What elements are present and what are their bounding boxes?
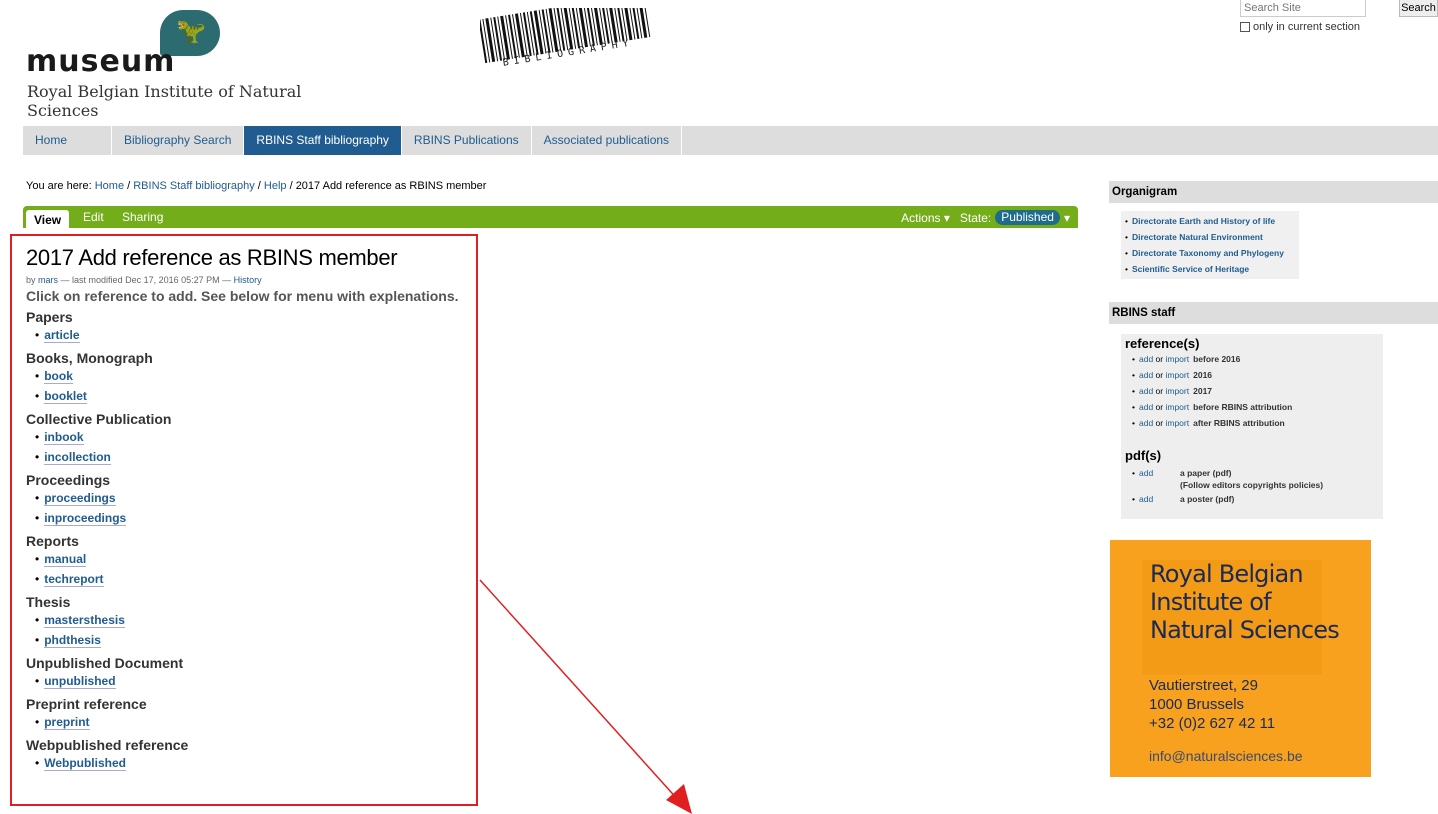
- breadcrumb-home[interactable]: Home: [95, 180, 124, 192]
- or-text: or: [1155, 354, 1164, 364]
- state-badge[interactable]: Published: [995, 210, 1060, 225]
- pdf-poster-row: add a poster (pdf): [1125, 493, 1379, 505]
- organigram-link[interactable]: Scientific Service of Heritage: [1132, 264, 1249, 274]
- reference-rows: add or import before 2016 add or import 201…: [1125, 351, 1379, 431]
- search-button[interactable]: Search: [1399, 0, 1438, 17]
- search-option-label: only in current section: [1253, 21, 1360, 33]
- chevron-down-icon[interactable]: ▾: [1064, 211, 1070, 225]
- logo-subtitle: Royal Belgian Institute of Natural Scien…: [27, 82, 302, 120]
- add-reference-link[interactable]: add: [1139, 370, 1153, 380]
- breadcrumb-current: 2017 Add reference as RBINS member: [295, 180, 487, 192]
- nav-tab-home[interactable]: Home: [23, 126, 112, 155]
- reference-row: add or import before RBINS attribution: [1125, 399, 1379, 415]
- add-reference-link[interactable]: add: [1139, 386, 1153, 396]
- tab-sharing[interactable]: Sharing: [122, 210, 163, 224]
- pdf-paper-label: a paper (pdf): [1180, 468, 1232, 478]
- nav-tab-bibliography-search[interactable]: Bibliography Search: [112, 126, 245, 155]
- breadcrumb-prefix: You are here:: [26, 180, 92, 192]
- nav-tab-rbins-staff-bibliography[interactable]: RBINS Staff bibliography: [244, 126, 402, 155]
- breadcrumb: You are here: Home / RBINS Staff bibliog…: [26, 180, 487, 192]
- edit-bar-menus: Actions ▾ State: Published ▾: [901, 210, 1070, 225]
- banner-name-line: Institute of: [1150, 588, 1272, 616]
- reference-row: add or import 2016: [1125, 367, 1379, 383]
- annotation-arrow-icon: [479, 579, 692, 814]
- add-reference-link[interactable]: add: [1139, 354, 1153, 364]
- breadcrumb-staff-bibliography[interactable]: RBINS Staff bibliography: [133, 180, 254, 192]
- import-reference-link[interactable]: import: [1165, 418, 1189, 428]
- references-heading: reference(s): [1125, 336, 1200, 351]
- rbins-contact-banner[interactable]: Royal Belgian Institute of Natural Scien…: [1110, 540, 1371, 777]
- search-input[interactable]: [1240, 0, 1366, 17]
- banner-city: 1000 Brussels: [1149, 696, 1245, 713]
- or-text: or: [1155, 418, 1164, 428]
- pdf-paper-note: (Follow editors copyrights policies): [1180, 480, 1324, 490]
- banner-phone: +32 (0)2 627 42 11: [1149, 715, 1276, 732]
- rbins-staff-panel: reference(s) add or importbefore 2016add…: [1121, 334, 1383, 519]
- pdf-add-item: add: [1132, 493, 1180, 505]
- state-label: State:: [959, 210, 992, 225]
- actions-menu[interactable]: Actions ▾: [901, 211, 950, 225]
- organigram-link[interactable]: Directorate Taxonomy and Phylogeny: [1132, 248, 1284, 258]
- reference-period-label: before 2016: [1193, 354, 1241, 364]
- import-reference-link[interactable]: import: [1165, 386, 1189, 396]
- museum-logo[interactable]: 🦖 museum Royal Belgian Institute of Natu…: [26, 10, 356, 120]
- banner-email[interactable]: info@naturalsciences.be: [1149, 748, 1303, 764]
- breadcrumb-help[interactable]: Help: [264, 180, 287, 192]
- list-item: Directorate Taxonomy and Phylogeny: [1125, 245, 1295, 261]
- search-current-section-option[interactable]: only in current section: [1240, 21, 1360, 33]
- list-item: Scientific Service of Heritage: [1125, 261, 1295, 277]
- add-poster-pdf-link[interactable]: add: [1139, 494, 1153, 504]
- checkbox-icon[interactable]: [1240, 22, 1250, 32]
- add-reference-link[interactable]: add: [1139, 418, 1153, 428]
- edit-bar: View Edit Sharing Actions ▾ State: Publi…: [23, 206, 1078, 228]
- reference-period-label: 2016: [1193, 370, 1213, 380]
- dinosaur-icon: 🦖: [176, 18, 206, 45]
- list-item: Directorate Earth and History of life: [1125, 213, 1295, 229]
- nav-tab-associated-publications[interactable]: Associated publications: [532, 126, 683, 155]
- pdf-add-item: add: [1132, 467, 1180, 491]
- organigram-link[interactable]: Directorate Earth and History of life: [1132, 216, 1275, 226]
- banner-street: Vautierstreet, 29: [1149, 677, 1258, 694]
- reference-period-label: after RBINS attribution: [1193, 418, 1285, 428]
- import-reference-link[interactable]: import: [1165, 370, 1189, 380]
- pdf-paper-row: add a paper (pdf) (Follow editors copyri…: [1125, 467, 1379, 491]
- import-reference-link[interactable]: import: [1165, 402, 1189, 412]
- banner-institute-name: Royal Belgian Institute of Natural Scien…: [1150, 560, 1360, 644]
- banner-name-line: Royal Belgian: [1150, 560, 1304, 588]
- or-text: or: [1155, 386, 1164, 396]
- pdf-poster-desc: a poster (pdf): [1180, 494, 1235, 504]
- reference-row: add or import after RBINS attribution: [1125, 415, 1379, 431]
- list-item: Directorate Natural Environment: [1125, 229, 1295, 245]
- reference-period-label: before RBINS attribution: [1193, 402, 1293, 412]
- or-text: or: [1155, 370, 1164, 380]
- annotation-highlight-box: [10, 234, 478, 806]
- organigram-link[interactable]: Directorate Natural Environment: [1132, 232, 1263, 242]
- rbins-staff-header: RBINS staff: [1109, 302, 1438, 324]
- organigram-header: Organigram: [1109, 181, 1438, 203]
- banner-name-line: Natural Sciences: [1150, 616, 1340, 644]
- logo-wordmark: museum: [26, 44, 176, 79]
- organigram-list: Directorate Earth and History of life Di…: [1121, 211, 1299, 279]
- add-paper-pdf-link[interactable]: add: [1139, 468, 1153, 478]
- pdf-paper-desc: a paper (pdf) (Follow editors copyrights…: [1180, 467, 1323, 491]
- add-reference-link[interactable]: add: [1139, 402, 1153, 412]
- tab-view[interactable]: View: [26, 210, 70, 228]
- nav-tab-rbins-publications[interactable]: RBINS Publications: [402, 126, 532, 155]
- bibliography-barcode-logo: BIBLIOGRAPHY: [480, 8, 690, 94]
- reference-row: add or import before 2016: [1125, 351, 1379, 367]
- banner-address: Vautierstreet, 29 1000 Brussels +32 (0)2…: [1149, 676, 1275, 733]
- import-reference-link[interactable]: import: [1165, 354, 1189, 364]
- reference-period-label: 2017: [1193, 386, 1213, 396]
- pdfs-heading: pdf(s): [1125, 448, 1162, 463]
- or-text: or: [1155, 402, 1164, 412]
- reference-row: add or import 2017: [1125, 383, 1379, 399]
- tab-edit[interactable]: Edit: [83, 210, 104, 224]
- main-navigation: Home Bibliography Search RBINS Staff bib…: [23, 126, 1438, 155]
